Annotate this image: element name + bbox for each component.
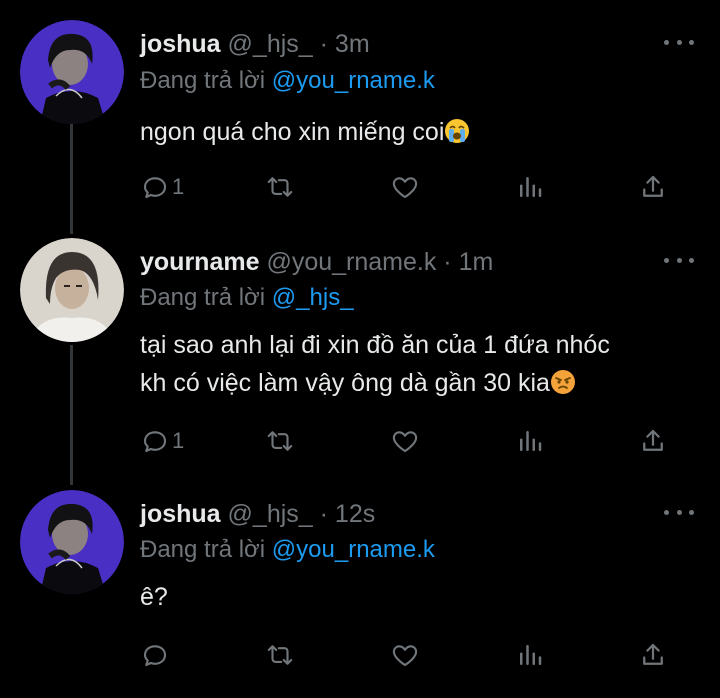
tweet[interactable]: joshua @_hjs_ · 3m Đang trả lời @you_rna… — [0, 0, 720, 232]
reply-count: 1 — [172, 428, 185, 453]
views-button[interactable] — [515, 426, 545, 456]
retweet-icon — [267, 431, 293, 451]
views-button[interactable] — [515, 640, 545, 670]
tweet-text-body: ngon quá cho xin miếng coi — [140, 118, 445, 146]
replying-prefix: Đang trả lời — [140, 536, 266, 563]
tweet-text-line: kh có việc làm vậy ông dà gần 30 kia — [140, 369, 550, 397]
display-name[interactable]: joshua — [140, 500, 221, 528]
tweet-text-line: tại sao anh lại đi xin đồ ăn của 1 đứa n… — [140, 331, 610, 359]
reply-button[interactable]: 1 — [140, 426, 184, 456]
share-icon — [643, 643, 663, 665]
mention-link[interactable]: @_hjs_ — [272, 284, 354, 311]
tweet-text: ngon quá cho xin miếng coi — [140, 113, 700, 151]
replying-to: Đang trả lời @you_rname.k — [140, 67, 435, 95]
tweet-header: joshua @_hjs_ · 12s — [140, 500, 375, 529]
reply-icon — [143, 431, 167, 453]
tweet-header: joshua @_hjs_ · 3m — [140, 30, 370, 59]
like-button[interactable] — [390, 172, 420, 202]
like-button[interactable] — [390, 426, 420, 456]
timestamp[interactable]: 1m — [459, 248, 494, 276]
action-bar: 1 — [140, 426, 680, 456]
angry-face-icon — [550, 370, 575, 394]
display-name[interactable]: yourname — [140, 248, 259, 276]
like-icon — [392, 645, 418, 667]
retweet-button[interactable] — [265, 172, 295, 202]
user-handle[interactable]: @_hjs_ — [228, 500, 313, 528]
share-button[interactable] — [638, 172, 668, 202]
display-name[interactable]: joshua — [140, 30, 221, 58]
share-icon — [643, 429, 663, 451]
action-bar — [140, 640, 680, 670]
like-button[interactable] — [390, 640, 420, 670]
replying-to: Đang trả lời @_hjs_ — [140, 284, 354, 312]
views-button[interactable] — [515, 172, 545, 202]
share-icon — [643, 175, 663, 197]
retweet-icon — [267, 645, 293, 665]
retweet-button[interactable] — [265, 640, 295, 670]
timestamp[interactable]: 3m — [335, 30, 370, 58]
tweet-text: tại sao anh lại đi xin đồ ăn của 1 đứa n… — [140, 326, 700, 402]
replying-prefix: Đang trả lời — [140, 67, 266, 94]
retweet-button[interactable] — [265, 426, 295, 456]
retweet-icon — [267, 177, 293, 197]
avatar[interactable] — [20, 20, 124, 124]
like-icon — [392, 177, 418, 199]
more-icon[interactable] — [664, 30, 694, 54]
reply-button[interactable]: 1 — [140, 172, 184, 202]
avatar[interactable] — [20, 490, 124, 594]
replying-prefix: Đang trả lời — [140, 284, 266, 311]
reply-count: 1 — [172, 174, 185, 199]
reply-icon — [143, 177, 167, 199]
tweet[interactable]: yourname @you_rname.k · 1m Đang trả lời … — [0, 232, 720, 488]
action-bar: 1 — [140, 172, 680, 202]
mention-link[interactable]: @you_rname.k — [272, 536, 435, 563]
share-button[interactable] — [638, 426, 668, 456]
replying-to: Đang trả lời @you_rname.k — [140, 536, 435, 564]
tweet[interactable]: joshua @_hjs_ · 12s Đang trả lời @you_rn… — [0, 488, 720, 698]
share-button[interactable] — [638, 640, 668, 670]
separator-dot: · — [319, 500, 328, 528]
views-icon — [520, 177, 542, 197]
tweet-header: yourname @you_rname.k · 1m — [140, 248, 493, 277]
more-icon[interactable] — [664, 248, 694, 272]
reply-icon — [143, 645, 167, 667]
tweet-text: ê? — [140, 578, 700, 616]
avatar[interactable] — [20, 238, 124, 342]
separator-dot: · — [443, 248, 452, 276]
views-icon — [520, 431, 542, 451]
mention-link[interactable]: @you_rname.k — [272, 67, 435, 94]
like-icon — [392, 431, 418, 453]
user-handle[interactable]: @you_rname.k — [266, 248, 436, 276]
more-icon[interactable] — [664, 500, 694, 524]
timestamp[interactable]: 12s — [335, 500, 375, 528]
user-handle[interactable]: @_hjs_ — [228, 30, 313, 58]
reply-button[interactable] — [140, 640, 170, 670]
tweet-text-body: ê? — [140, 583, 168, 611]
views-icon — [520, 645, 542, 665]
separator-dot: · — [319, 30, 328, 58]
loudly-crying-face-icon — [445, 119, 470, 143]
